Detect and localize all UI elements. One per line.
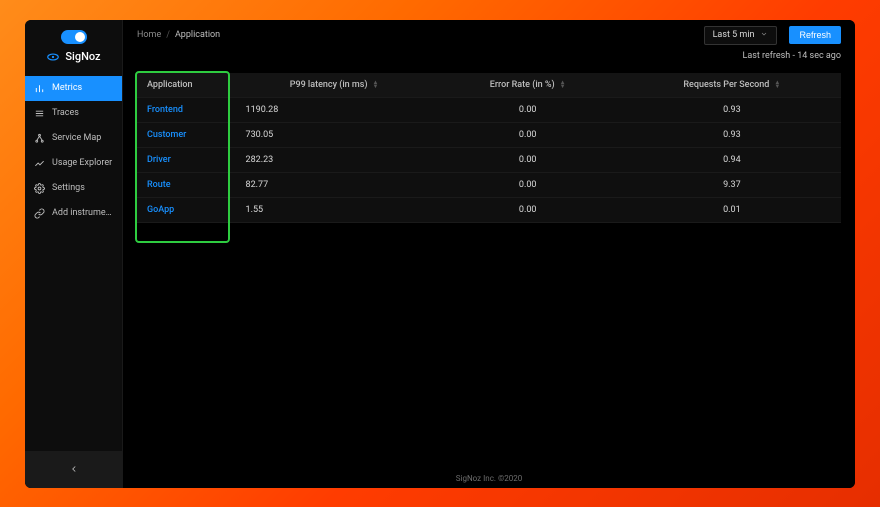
cell-error-rate: 0.00 [433,197,623,222]
cell-rps: 0.93 [623,122,841,147]
last-refresh-text: Last refresh - 14 sec ago [742,51,841,61]
sidebar-collapse[interactable] [25,451,122,488]
time-range-label: Last 5 min [713,30,755,40]
last-refresh-bar: Last refresh - 14 sec ago [123,49,855,67]
footer-text: SigNoz Inc. ©2020 [123,468,855,488]
cell-rps: 9.37 [623,172,841,197]
application-link[interactable]: Customer [147,130,186,140]
sidebar-header: SigNoz [25,20,122,72]
cell-rps: 0.94 [623,147,841,172]
chevron-down-icon [760,30,768,41]
table-row: Route 82.770.009.37 [137,172,841,197]
table-row: Customer 730.050.000.93 [137,122,841,147]
breadcrumb: Home / Application [137,30,220,40]
sidebar-item-label: Settings [52,183,85,193]
link-icon [34,208,45,219]
cell-p99: 1.55 [236,197,433,222]
deployment-icon [34,133,45,144]
brand-name: SigNoz [65,50,100,63]
cell-error-rate: 0.00 [433,97,623,122]
breadcrumb-current: Application [175,30,220,40]
table-row: GoApp 1.550.000.01 [137,197,841,222]
table-row: Driver 282.230.000.94 [137,147,841,172]
brand-logo-icon [46,50,60,64]
application-link[interactable]: GoApp [147,205,174,215]
sidebar-item-traces[interactable]: Traces [25,101,122,126]
time-range-picker[interactable]: Last 5 min [704,26,778,45]
chevron-left-icon [69,459,79,478]
col-header-rps[interactable]: Requests Per Second ▲▼ [623,73,841,98]
sidebar-item-settings[interactable]: Settings [25,176,122,201]
sidebar-item-label: Usage Explorer [52,158,112,168]
col-header-p99-latency[interactable]: P99 latency (in ms) ▲▼ [236,73,433,98]
line-chart-icon [34,158,45,169]
cell-error-rate: 0.00 [433,147,623,172]
app-window: SigNoz Metrics Traces [25,20,855,488]
applications-table: Application P99 latency (in ms) ▲▼ [137,73,841,223]
cell-p99: 282.23 [236,147,433,172]
nav: Metrics Traces Service Map [25,76,122,226]
gear-icon [34,183,45,194]
topbar: Home / Application Last 5 min Refresh [123,20,855,49]
cell-error-rate: 0.00 [433,172,623,197]
application-link[interactable]: Frontend [147,105,183,115]
breadcrumb-separator: / [166,30,170,40]
cell-rps: 0.01 [623,197,841,222]
cell-p99: 1190.28 [236,97,433,122]
sidebar-item-usage-explorer[interactable]: Usage Explorer [25,151,122,176]
cell-p99: 82.77 [236,172,433,197]
cell-rps: 0.93 [623,97,841,122]
col-header-application[interactable]: Application [137,73,236,98]
cell-p99: 730.05 [236,122,433,147]
col-header-error-rate[interactable]: Error Rate (in %) ▲▼ [433,73,623,98]
refresh-button[interactable]: Refresh [789,26,841,44]
sidebar-item-label: Traces [52,108,79,118]
sidebar-item-label: Metrics [52,83,82,93]
sidebar-item-service-map[interactable]: Service Map [25,126,122,151]
sidebar-item-metrics[interactable]: Metrics [25,76,122,101]
theme-toggle[interactable] [61,30,87,44]
content: Home / Application Last 5 min Refresh La… [123,20,855,488]
application-link[interactable]: Driver [147,155,171,165]
list-icon [34,108,45,119]
breadcrumb-home[interactable]: Home [137,30,161,40]
sort-icon: ▲▼ [774,81,780,89]
brand[interactable]: SigNoz [46,50,100,64]
sidebar: SigNoz Metrics Traces [25,20,123,488]
sort-icon: ▲▼ [560,81,566,89]
sidebar-item-label: Service Map [52,133,101,143]
sort-icon: ▲▼ [373,81,379,89]
main-row: SigNoz Metrics Traces [25,20,855,488]
application-link[interactable]: Route [147,180,171,190]
sidebar-item-add-instrumentation[interactable]: Add instrume… [25,201,122,226]
bar-chart-icon [34,83,45,94]
cell-error-rate: 0.00 [433,122,623,147]
table-row: Frontend 1190.280.000.93 [137,97,841,122]
sidebar-item-label: Add instrume… [52,208,112,218]
